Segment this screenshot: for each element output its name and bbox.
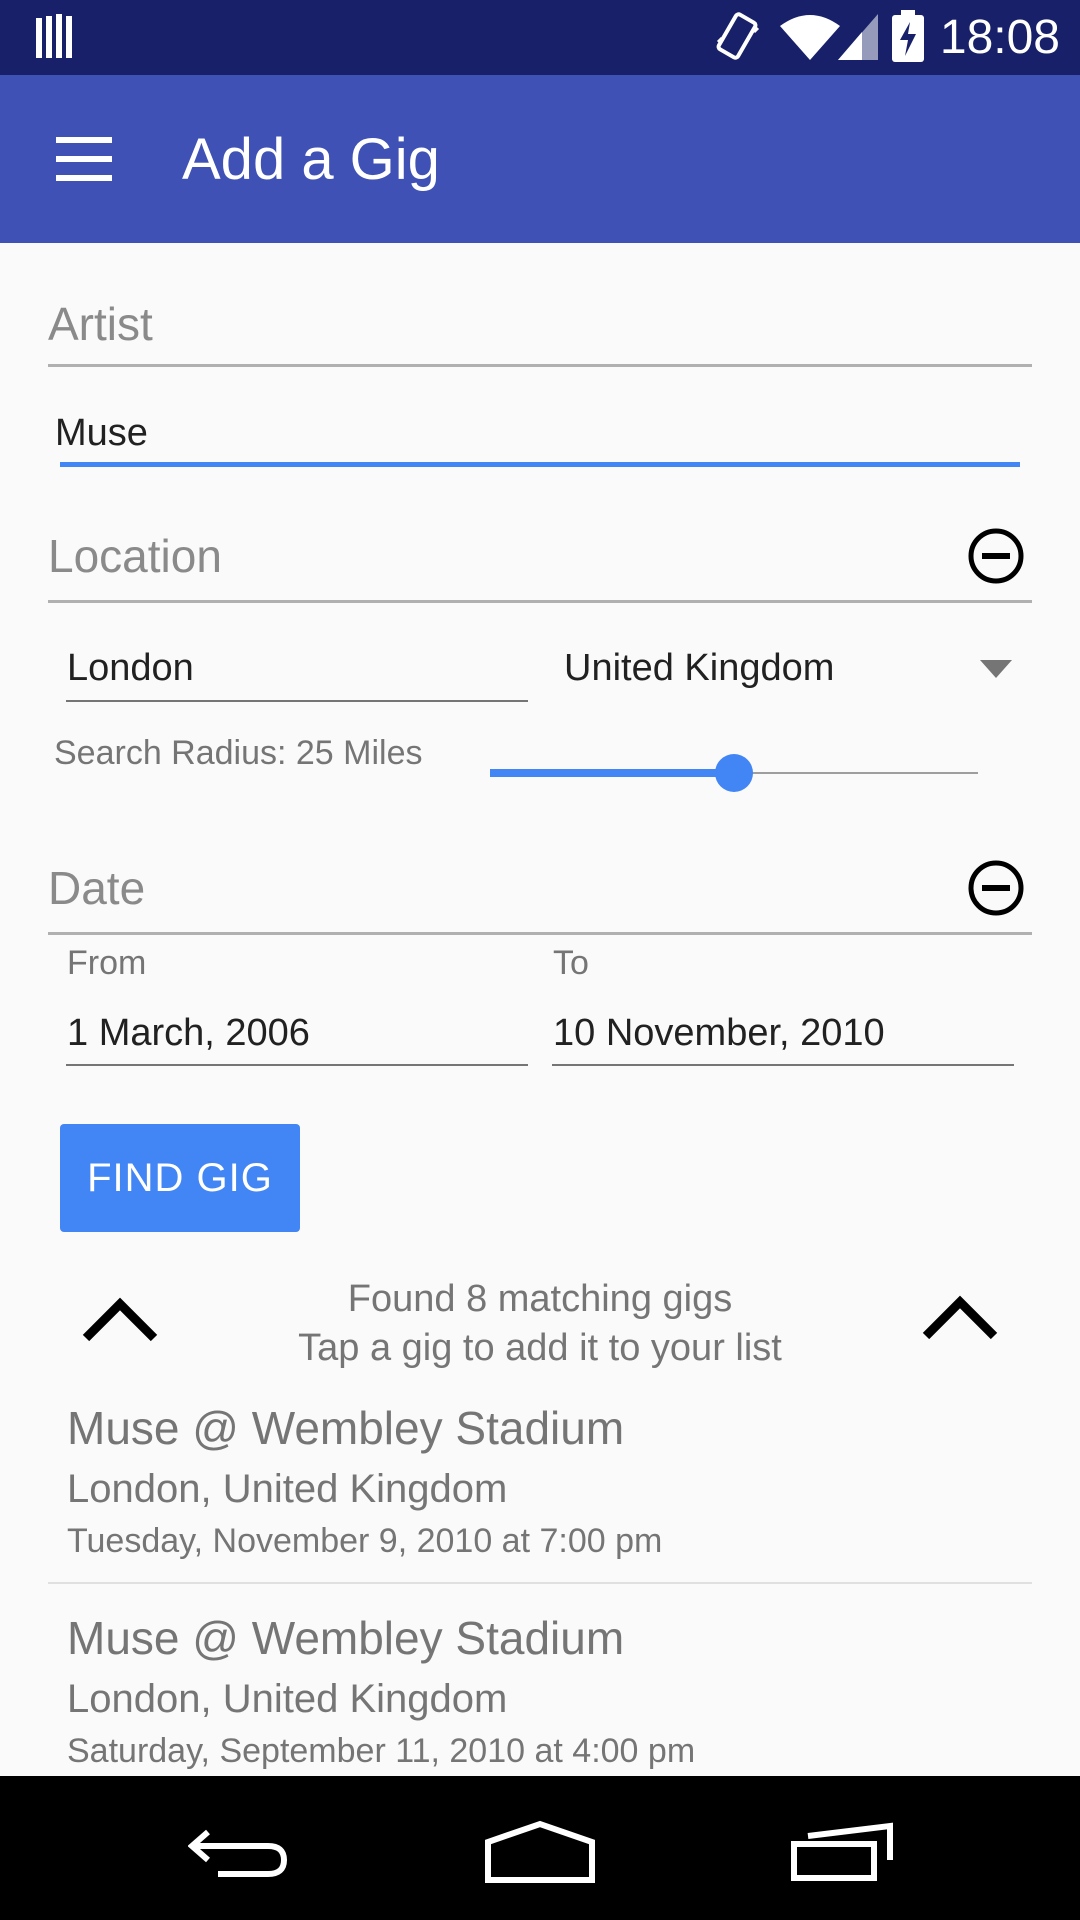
to-date-underline — [552, 1064, 1014, 1066]
location-section-label: Location — [48, 530, 222, 582]
wifi-icon — [780, 14, 840, 65]
gig-location: London, United Kingdom — [67, 1677, 508, 1721]
menu-icon[interactable] — [56, 137, 112, 181]
recents-icon[interactable] — [790, 1822, 896, 1887]
dropdown-arrow-icon — [980, 660, 1012, 683]
page-title: Add a Gig — [182, 127, 440, 192]
search-radius-label: Search Radius: 25 Miles — [54, 734, 423, 772]
slider-thumb[interactable] — [715, 754, 753, 792]
collapse-location-icon[interactable] — [968, 528, 1024, 584]
country-select-value: United Kingdom — [564, 647, 835, 689]
gig-datetime: Saturday, September 11, 2010 at 4:00 pm — [67, 1732, 696, 1770]
artist-input[interactable]: Muse — [55, 410, 1015, 456]
home-icon[interactable] — [484, 1820, 596, 1889]
gig-datetime: Tuesday, November 9, 2010 at 7:00 pm — [67, 1522, 663, 1560]
from-date-underline — [66, 1064, 528, 1066]
gig-list-divider — [48, 1582, 1032, 1584]
results-hint-text: Tap a gig to add it to your list — [298, 1327, 782, 1369]
location-divider — [48, 600, 1032, 603]
collapse-results-right-icon[interactable] — [922, 1294, 998, 1345]
gig-title: Muse @ Wembley Stadium — [67, 1402, 625, 1454]
artist-section-label: Artist — [48, 298, 153, 350]
artist-divider — [48, 364, 1032, 367]
slider-fill — [490, 769, 734, 777]
results-count-text: Found 8 matching gigs — [347, 1278, 733, 1320]
gig-list-item[interactable]: Muse @ Wembley Stadium London, United Ki… — [48, 1606, 1032, 1776]
gig-list-item[interactable]: Muse @ Wembley Stadium London, United Ki… — [48, 1396, 1032, 1582]
gig-title: Muse @ Wembley Stadium — [67, 1612, 625, 1664]
date-divider — [48, 932, 1032, 935]
gig-location: London, United Kingdom — [67, 1467, 508, 1511]
city-input-underline — [66, 700, 528, 702]
notification-icon — [36, 14, 74, 63]
to-label: To — [553, 944, 589, 982]
battery-charging-icon — [892, 10, 924, 67]
navigation-bar — [0, 1776, 1080, 1920]
app-bar: Add a Gig — [0, 75, 1080, 243]
back-icon[interactable] — [187, 1824, 292, 1885]
date-section-label: Date — [48, 862, 146, 914]
to-date-input[interactable]: 10 November, 2010 — [553, 1010, 1013, 1056]
search-radius-slider[interactable] — [490, 752, 978, 796]
collapse-date-icon[interactable] — [968, 860, 1024, 916]
status-time: 18:08 — [939, 11, 1060, 64]
signal-icon — [838, 14, 878, 65]
vibrate-icon — [716, 12, 760, 67]
from-label: From — [67, 944, 147, 982]
from-date-input[interactable]: 1 March, 2006 — [67, 1010, 527, 1056]
country-select[interactable]: United Kingdom — [552, 640, 1022, 700]
collapse-results-left-icon[interactable] — [82, 1296, 158, 1347]
city-input[interactable]: London — [67, 645, 527, 691]
status-bar: 18:08 — [0, 0, 1080, 75]
find-gig-button[interactable]: FIND GIG — [60, 1124, 300, 1232]
artist-input-underline — [60, 462, 1020, 467]
